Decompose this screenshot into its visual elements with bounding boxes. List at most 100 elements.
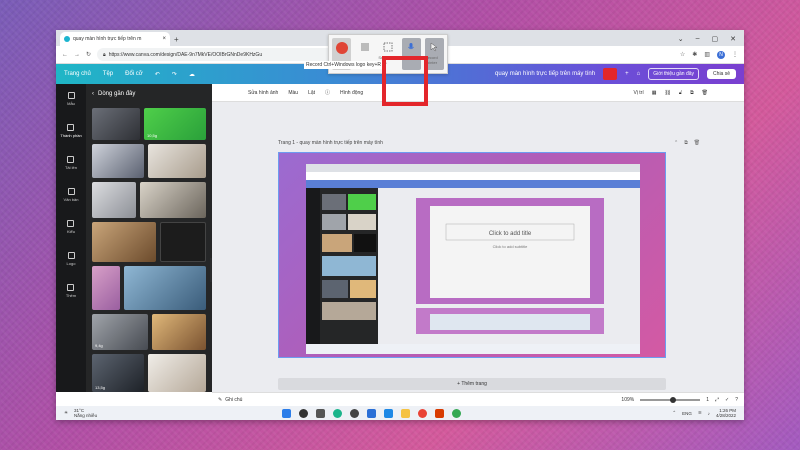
url-field[interactable]: 🔒︎ https://www.canva.com/design/DAE-9n7M… [97, 48, 348, 61]
star-icon[interactable]: ☆ [680, 51, 685, 58]
analytics-icon[interactable]: ⌂ [637, 71, 641, 77]
reload-icon[interactable]: ↻ [86, 51, 91, 58]
home-link[interactable]: Trang chủ [64, 71, 91, 77]
back-icon[interactable]: ‹ [92, 91, 94, 97]
color-button[interactable]: Màu [288, 90, 298, 96]
redo-icon[interactable]: ↷ [172, 71, 177, 78]
zoom-slider[interactable] [640, 396, 701, 403]
explorer-icon[interactable] [401, 409, 410, 418]
thumbnail[interactable] [148, 354, 206, 392]
page-copy-icon[interactable]: ⧉ [684, 140, 688, 146]
close-tab-icon[interactable]: × [162, 36, 166, 42]
rail-item-text[interactable]: Văn bản [64, 188, 78, 202]
fullscreen-icon[interactable]: ⤢ [715, 397, 719, 403]
flip-button[interactable]: Lật [308, 90, 315, 96]
tab-title: quay màn hình trực tiếp trên m [73, 36, 142, 42]
cloud-save-icon[interactable]: ☁ [189, 71, 195, 78]
chrome-profile-icon[interactable] [452, 409, 461, 418]
page-up-icon[interactable]: ⌃ [674, 140, 678, 146]
trash-icon[interactable]: 🗑︎ [702, 90, 708, 96]
maximize-icon[interactable]: ▢ [712, 35, 719, 43]
add-page-button[interactable]: + Thêm trang [278, 378, 666, 390]
rail-item-logo[interactable]: Logo [67, 252, 75, 266]
wifi-icon[interactable]: ≋ [698, 410, 702, 416]
thumbnail[interactable] [140, 182, 206, 218]
new-tab-icon[interactable]: + [174, 35, 179, 44]
rail-item-styles[interactable]: Kiểu [67, 220, 75, 234]
chrome-icon[interactable] [418, 409, 427, 418]
tray-chevron-icon[interactable]: ⌃ [672, 410, 676, 416]
transparency-icon[interactable]: ▦ [652, 90, 657, 96]
close-window-icon[interactable]: ✕ [730, 35, 736, 43]
lock-icon[interactable]: 🔓︎ [679, 90, 682, 96]
thumbnail[interactable] [92, 108, 140, 140]
trial-button[interactable]: Giới thiệu gần đây [648, 68, 700, 80]
animate-button[interactable]: Hình động [340, 90, 363, 96]
thumbnail[interactable] [92, 222, 156, 262]
mail-icon[interactable] [384, 409, 393, 418]
info-icon[interactable]: ⓘ [325, 89, 330, 96]
position-button[interactable]: Vị trí [633, 90, 643, 96]
thumbnail[interactable] [152, 314, 206, 350]
page-delete-icon[interactable]: 🗑︎ [694, 140, 700, 146]
record-tooltip: Record Ctrl+Windows logo key+R [304, 61, 384, 69]
profile-avatar[interactable]: N [717, 50, 725, 59]
rail-item-more[interactable]: Thêm [66, 284, 76, 298]
file-menu[interactable]: Tệp [103, 71, 113, 77]
volume-icon[interactable]: ♪ [708, 411, 710, 416]
recent-panel: ‹ Dòng gần đây 10,5g 9,4g 13,5g [86, 84, 212, 392]
language-indicator[interactable]: ENG [682, 411, 692, 416]
help-icon[interactable]: ? [735, 397, 738, 403]
sidebar-icon[interactable]: ▥ [704, 51, 710, 58]
back-icon[interactable]: ← [62, 52, 68, 58]
store-icon[interactable] [367, 409, 376, 418]
resize-menu[interactable]: Đổi cỡ [125, 71, 143, 77]
zoom-value[interactable]: 109% [621, 397, 634, 403]
screen: quay màn hình trực tiếp trên m × + ⌄ – ▢… [56, 30, 744, 420]
thumbnail[interactable] [160, 222, 206, 262]
browser-tab[interactable]: quay màn hình trực tiếp trên m × [60, 32, 170, 46]
menu-icon[interactable]: ⋮ [732, 51, 738, 58]
thumbnail[interactable] [92, 266, 120, 310]
thumbnail[interactable]: 13,5g [92, 354, 144, 392]
link-icon[interactable]: ⛓ [664, 90, 670, 96]
edge-icon[interactable] [333, 409, 342, 418]
thumbnail[interactable]: 9,4g [92, 314, 148, 350]
notes-icon[interactable]: ✎ [218, 397, 222, 403]
task-view-icon[interactable] [316, 409, 325, 418]
clock[interactable]: 1:26 PM 4/28/2022 [716, 408, 736, 418]
thumbnail[interactable] [92, 182, 136, 218]
thumbnail[interactable] [124, 266, 206, 310]
check-icon[interactable]: ✓ [725, 397, 729, 403]
copy-icon[interactable]: ⧉ [690, 90, 694, 96]
undo-icon[interactable]: ↶ [155, 71, 160, 78]
notes-button[interactable]: Ghi chú [225, 397, 242, 403]
logo-icon [67, 252, 75, 259]
design-page[interactable]: Click to add title Click to add subtitle [278, 152, 666, 358]
search-icon[interactable] [299, 409, 308, 418]
forward-icon[interactable]: → [74, 52, 80, 58]
zoom-slider-knob[interactable] [669, 396, 676, 403]
office-icon[interactable] [435, 409, 444, 418]
edit-image-button[interactable]: Sửa hình ảnh [248, 90, 278, 96]
rail-item-elements[interactable]: Thành phần [60, 124, 82, 138]
start-icon[interactable] [282, 409, 291, 418]
thumbnail[interactable] [148, 144, 206, 178]
rail-item-uploads[interactable]: Tải lên [65, 156, 77, 170]
design-title[interactable]: quay màn hình trực tiếp trên máy tính [495, 71, 595, 77]
record-icon [335, 42, 348, 54]
thumbnail[interactable] [92, 144, 144, 178]
plus-icon[interactable]: + [625, 71, 629, 77]
canva-favicon-icon [64, 36, 70, 42]
recording-indicator[interactable] [603, 68, 618, 80]
settings-icon[interactable] [350, 409, 359, 418]
extensions-icon[interactable]: ✱ [692, 51, 697, 58]
more-icon [67, 284, 75, 291]
rail-item-templates[interactable]: Mẫu [67, 92, 75, 106]
elements-icon [67, 124, 75, 131]
thumbnail[interactable]: 10,5g [144, 108, 206, 140]
page-count[interactable]: 1 [706, 397, 709, 403]
minimize-icon[interactable]: – [696, 35, 700, 43]
chevron-down-icon[interactable]: ⌄ [678, 35, 684, 43]
share-button[interactable]: Chia sẻ [707, 69, 736, 79]
